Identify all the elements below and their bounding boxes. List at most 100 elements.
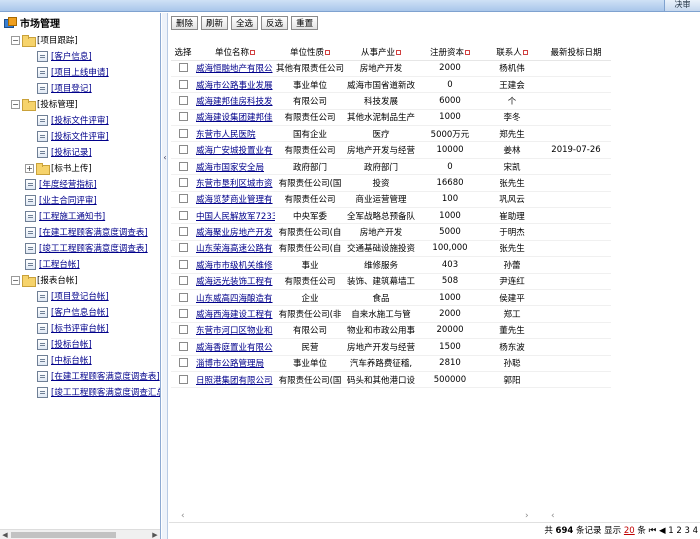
- table-row[interactable]: 威海建邦佳房科技发 有限公司 科技发展 6000 个: [171, 92, 611, 110]
- panel-splitter[interactable]: ‹: [162, 13, 168, 539]
- collapse-arrow-icon[interactable]: ‹: [162, 151, 168, 165]
- unit-name-link[interactable]: 威海西海建设工程有: [195, 305, 275, 323]
- table-row[interactable]: 中国人民解放军7233 中央军委 全军战略总预备队 1000 崔助理: [171, 207, 611, 225]
- unit-name-link[interactable]: 山东荣海高速公路有: [195, 240, 275, 258]
- scroll-left-icon[interactable]: ‹: [551, 510, 555, 522]
- tree-item[interactable]: [项目登记台帐]: [37, 288, 109, 304]
- header-last-bid-date[interactable]: 最新投标日期: [541, 45, 611, 61]
- table-row[interactable]: 威海建设集团建邦佳 有限责任公司 其他水泥制品生产 1000 李冬: [171, 109, 611, 127]
- row-checkbox[interactable]: [178, 95, 188, 105]
- tree-group-8[interactable]: − [报表台帐]: [11, 272, 78, 288]
- tree-item[interactable]: [在建工程顾客满意度调查表]: [25, 224, 148, 240]
- table-row[interactable]: 威海广安城投置业有 有限责任公司 房地产开发与经营 10000 姜林 2019-07-26: [171, 141, 611, 159]
- tree-item[interactable]: [中标台帐]: [37, 352, 92, 368]
- unit-name-link[interactable]: 东营市河口区物业和: [195, 322, 275, 340]
- row-checkbox[interactable]: [178, 341, 188, 351]
- scroll-left-icon[interactable]: ◀: [0, 530, 10, 539]
- collapse-icon[interactable]: −: [11, 99, 20, 109]
- select-all-button[interactable]: 全选: [231, 16, 259, 30]
- invert-selection-button[interactable]: 反选: [261, 16, 289, 30]
- table-row[interactable]: 威海香庭置业有限公 民营 房地产开发与经营 1500 杨东波: [171, 338, 611, 356]
- tree-item[interactable]: [客户信息台帐]: [37, 304, 109, 320]
- unit-name-link[interactable]: 威海恒融地产有限公: [195, 60, 275, 77]
- table-row[interactable]: 威海市国家安全局 政府部门 政府部门 0 宋凯: [171, 158, 611, 176]
- reset-button[interactable]: 重置: [291, 16, 319, 30]
- unit-name-link[interactable]: 威海市市级机关维修: [195, 256, 275, 274]
- table-row[interactable]: 东营市河口区物业和 有限公司 物业和市政公用事 20000 董先生: [171, 322, 611, 340]
- tree-subgroup[interactable]: + [标书上传]: [25, 160, 92, 176]
- table-row[interactable]: 日照港集团有限公司 有限责任公司(国 码头和其他港口设 500000 郭阳: [171, 371, 611, 389]
- row-checkbox[interactable]: [178, 358, 188, 368]
- unit-name-link[interactable]: 威海聚业房地产开发: [195, 223, 275, 241]
- table-row[interactable]: 威海远光装饰工程有 有限责任公司 装饰、建筑幕墙工 508 尹连红: [171, 273, 611, 290]
- row-checkbox[interactable]: [178, 292, 188, 302]
- unit-name-link[interactable]: 中国人民解放军7233: [195, 207, 275, 225]
- table-row[interactable]: 山东荣海高速公路有 有限责任公司(自 交通基础设施投资 100,000 张先生: [171, 240, 611, 258]
- tree-item[interactable]: [年度经营指标]: [25, 176, 97, 192]
- table-row[interactable]: 威海览梦商业管理有 有限责任公司 商业运营管理 100 巩风云: [171, 191, 611, 209]
- table-row[interactable]: 东营市人民医院 国有企业 医疗 5000万元 郑先生: [171, 125, 611, 143]
- row-checkbox[interactable]: [178, 374, 188, 384]
- row-checkbox[interactable]: [178, 161, 188, 171]
- scroll-right-icon[interactable]: ›: [525, 510, 529, 522]
- row-checkbox[interactable]: [178, 325, 188, 335]
- table-row[interactable]: 威海西海建设工程有 有限责任公司(非 自来水施工与管 2000 郑工: [171, 305, 611, 323]
- row-checkbox[interactable]: [178, 227, 188, 237]
- tree-item[interactable]: [投标文件评审]: [37, 128, 109, 144]
- table-row[interactable]: 威海市公路事业发展 事业单位 威海市国省道新改 0 王建会: [171, 76, 611, 94]
- header-contact[interactable]: 联系人: [483, 45, 541, 61]
- unit-name-link[interactable]: 威海广安城投置业有: [195, 141, 275, 159]
- tree-item[interactable]: [项目上线申请]: [37, 64, 109, 80]
- unit-name-link[interactable]: 威海览梦商业管理有: [195, 191, 275, 209]
- unit-name-link[interactable]: 威海远光装饰工程有: [195, 273, 275, 290]
- tree-item[interactable]: [业主合同评审]: [25, 192, 97, 208]
- row-checkbox[interactable]: [178, 194, 188, 204]
- row-checkbox[interactable]: [178, 259, 188, 269]
- header-capital[interactable]: 注册资本: [417, 45, 483, 61]
- row-checkbox[interactable]: [178, 63, 188, 73]
- unit-name-link[interactable]: 威海市国家安全局: [195, 158, 275, 176]
- header-select[interactable]: 选择: [171, 45, 195, 61]
- expand-icon[interactable]: +: [25, 163, 34, 173]
- top-right-button[interactable]: 决审: [664, 0, 700, 11]
- tree-item[interactable]: [竣工工程顾客满意度调查表]: [25, 240, 148, 256]
- collapse-icon[interactable]: −: [11, 35, 20, 45]
- row-checkbox[interactable]: [178, 309, 188, 319]
- row-checkbox[interactable]: [178, 177, 188, 187]
- collapse-icon[interactable]: −: [11, 275, 20, 285]
- tree-item[interactable]: [竣工工程顾客满意度调查汇总: [37, 384, 160, 400]
- row-checkbox[interactable]: [178, 145, 188, 155]
- scroll-right-icon[interactable]: ▶: [150, 530, 160, 539]
- unit-name-link[interactable]: 东营市垦利区城市资: [195, 174, 275, 192]
- tree-item[interactable]: [在建工程顾客满意度调查表]: [37, 368, 160, 384]
- row-checkbox[interactable]: [178, 276, 188, 286]
- table-row[interactable]: 威海市市级机关维修 事业 维修服务 403 孙蕾: [171, 256, 611, 274]
- table-row[interactable]: 山东威高四海酿造有 企业 食品 1000 侯建平: [171, 289, 611, 307]
- row-checkbox[interactable]: [178, 210, 188, 220]
- sidebar-horizontal-scrollbar[interactable]: ◀ ▶: [0, 529, 160, 539]
- row-checkbox[interactable]: [178, 112, 188, 122]
- unit-name-link[interactable]: 山东威高四海酿造有: [195, 289, 275, 307]
- table-row[interactable]: 淄博市公路管理局 事业单位 汽车养路费征稽, 2810 孙聪: [171, 355, 611, 372]
- tree-item[interactable]: [投标记录]: [37, 144, 92, 160]
- unit-name-link[interactable]: 威海建邦佳房科技发: [195, 92, 275, 110]
- unit-name-link[interactable]: 威海香庭置业有限公: [195, 338, 275, 356]
- main-horizontal-scrollbar[interactable]: ‹ › ‹: [169, 510, 700, 522]
- tree-group-1[interactable]: − [投标管理]: [11, 96, 78, 112]
- unit-name-link[interactable]: 威海市公路事业发展: [195, 76, 275, 94]
- scroll-thumb[interactable]: [11, 532, 116, 538]
- table-row[interactable]: 威海聚业房地产开发 有限责任公司(自 房地产开发 5000 于明杰: [171, 223, 611, 241]
- tree-item[interactable]: [工程台帐]: [25, 256, 80, 272]
- unit-name-link[interactable]: 淄博市公路管理局: [195, 355, 275, 372]
- tree-item[interactable]: [客户信息]: [37, 48, 92, 64]
- tree-group-0[interactable]: − [项目跟踪]: [11, 32, 78, 48]
- page-size-link[interactable]: 20: [624, 526, 635, 536]
- delete-button[interactable]: 删除: [171, 16, 199, 30]
- row-checkbox[interactable]: [178, 79, 188, 89]
- unit-name-link[interactable]: 东营市人民医院: [195, 125, 275, 143]
- tree-root[interactable]: 市场管理: [0, 13, 160, 31]
- scroll-left-icon[interactable]: ‹: [181, 510, 185, 522]
- first-page-icon[interactable]: ⏮: [649, 526, 657, 536]
- tree-item[interactable]: [投标台帐]: [37, 336, 92, 352]
- row-checkbox[interactable]: [178, 128, 188, 138]
